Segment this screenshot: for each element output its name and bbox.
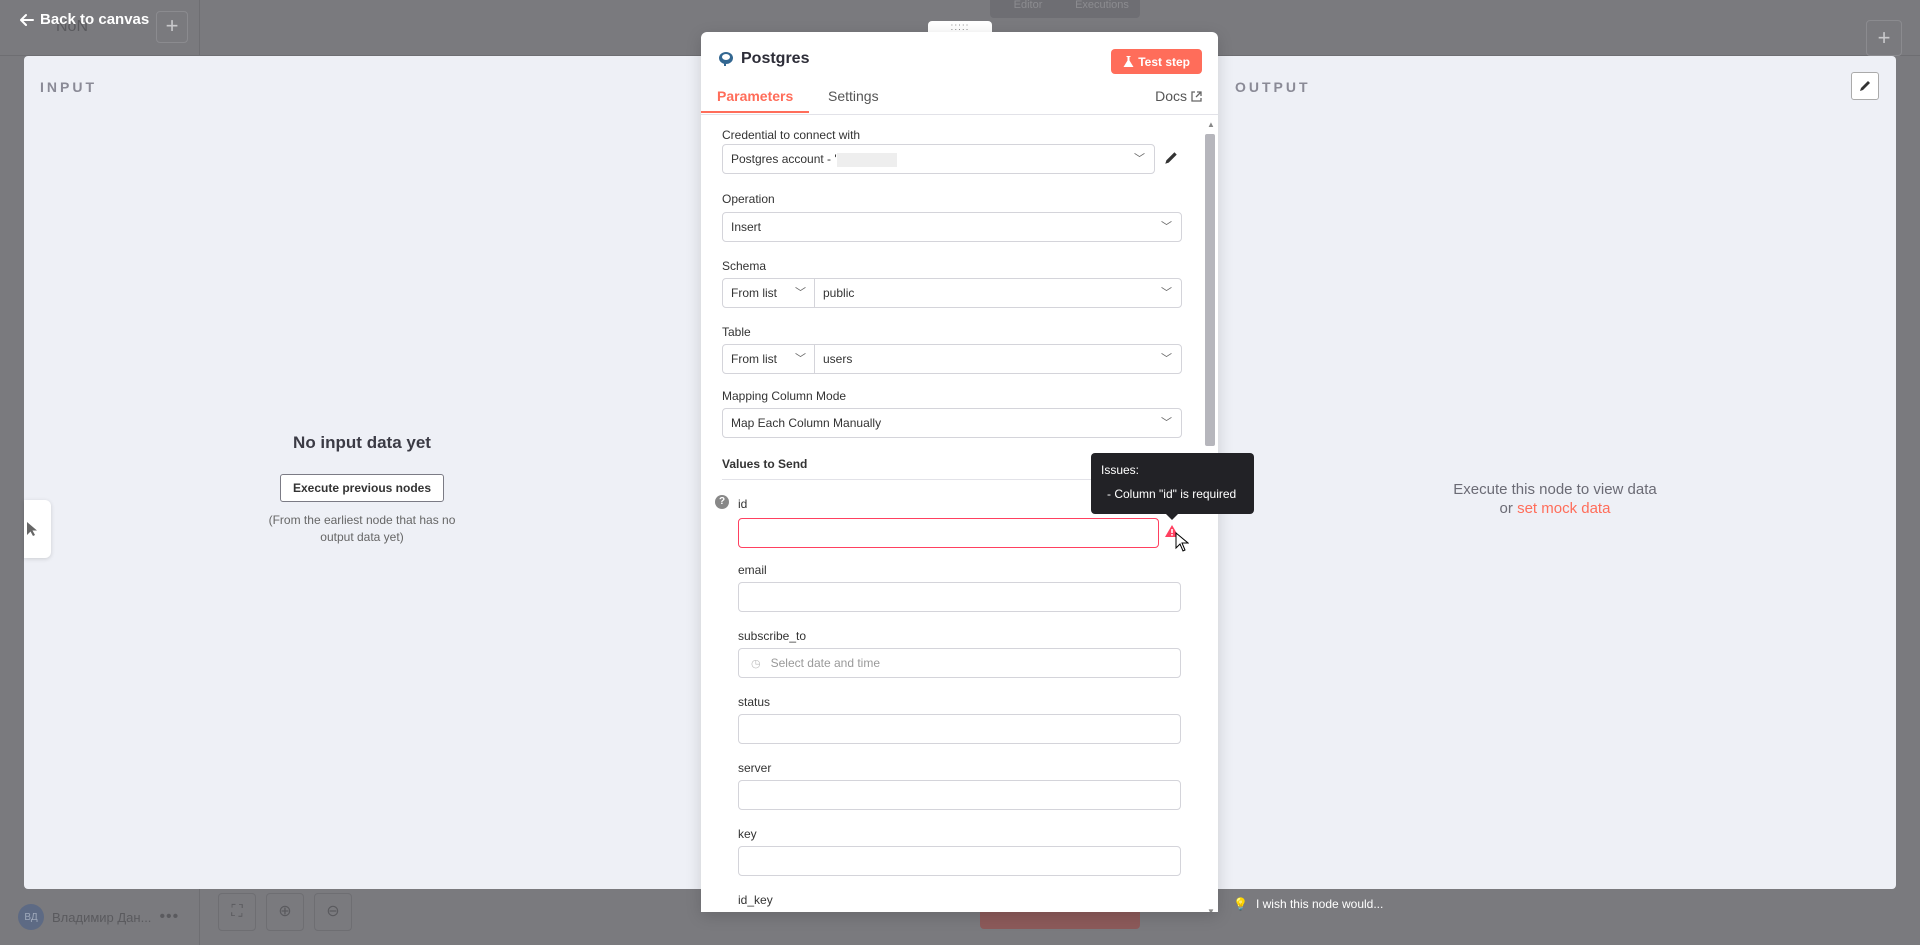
cursor-arrow-icon — [27, 522, 37, 536]
edit-output-button[interactable] — [1851, 72, 1879, 100]
editor-executions-toggle: Editor Executions — [990, 0, 1140, 18]
column-label-id: id — [738, 497, 748, 511]
node-title: Postgres — [741, 50, 810, 67]
avatar: ВД — [18, 904, 44, 930]
node-tabs: Parameters Settings Docs — [701, 85, 1218, 115]
add-workflow-icon: + — [156, 11, 188, 43]
pencil-icon — [1165, 152, 1177, 164]
chevron-down-icon: ﹀ — [795, 287, 806, 299]
tab-settings[interactable]: Settings — [828, 85, 879, 112]
column-label-server: server — [738, 761, 772, 775]
docs-link[interactable]: Docs — [1155, 88, 1202, 104]
scrollbar-thumb[interactable] — [1205, 134, 1215, 446]
more-icon: ••• — [159, 908, 180, 925]
chevron-down-icon: ﹀ — [1161, 221, 1172, 233]
scroll-down-icon[interactable]: ▼ — [1207, 907, 1215, 912]
chevron-down-icon: ﹀ — [795, 353, 806, 365]
input-empty-hint: (From the earliest node that has no outp… — [268, 513, 456, 544]
issues-tooltip: Issues: - Column "id" is required — [1091, 453, 1254, 520]
credential-value: Postgres account - ' — [731, 152, 837, 166]
edit-credential-button[interactable] — [1163, 150, 1179, 171]
editor-tab: Editor — [1013, 0, 1043, 11]
credential-select[interactable]: Postgres account - ' ﹀ — [722, 144, 1155, 174]
operation-select[interactable]: Insert ﹀ — [722, 212, 1182, 242]
lightbulb-icon: 💡 — [1233, 897, 1248, 911]
feedback-wish[interactable]: 💡 I wish this node would... — [1233, 897, 1383, 911]
mouse-cursor-icon — [1175, 531, 1190, 557]
chevron-down-icon: ﹀ — [1134, 153, 1145, 165]
add-node-icon: + — [1866, 20, 1902, 56]
input-panel-drag-handle[interactable] — [24, 500, 51, 558]
values-to-send-title: Values to Send — [722, 457, 808, 471]
schema-mode-select[interactable]: From list ﹀ — [722, 278, 816, 308]
flask-icon — [1123, 55, 1134, 67]
column-label-key: key — [738, 827, 757, 841]
test-step-button[interactable]: Test step — [1111, 49, 1202, 74]
column-input-id[interactable] — [738, 518, 1159, 548]
column-input-status[interactable] — [738, 714, 1181, 744]
table-select[interactable]: users ﹀ — [814, 344, 1182, 374]
operation-label: Operation — [722, 192, 775, 206]
operation-value: Insert — [731, 220, 762, 234]
set-mock-data-link[interactable]: set mock data — [1517, 500, 1610, 517]
column-label-email: email — [738, 563, 767, 577]
output-empty-state: Execute this node to view data or set mo… — [1420, 480, 1690, 518]
chevron-down-icon: ﹀ — [1161, 353, 1172, 365]
tooltip-message: - Column "id" is required — [1107, 487, 1237, 501]
output-panel-label: OUTPUT — [1235, 79, 1311, 95]
zoom-toolbar: ⛶ ⊕ ⊖ — [218, 893, 352, 931]
docs-label: Docs — [1155, 88, 1187, 104]
chevron-down-icon: ﹀ — [1161, 287, 1172, 299]
node-header: Postgres — [717, 50, 809, 68]
schema-mode-value: From list — [731, 286, 777, 300]
input-empty-title: No input data yet — [293, 433, 431, 452]
user-menu: ВД Владимир Дан... ••• — [18, 904, 179, 930]
clock-icon: ◷ — [751, 657, 761, 670]
date-picker-placeholder: Select date and time — [770, 656, 881, 670]
scroll-up-icon[interactable]: ▲ — [1207, 120, 1215, 129]
table-label: Table — [722, 325, 751, 339]
input-empty-state: No input data yet Execute previous nodes… — [252, 433, 472, 546]
column-label-subscribe-to: subscribe_to — [738, 629, 807, 643]
tab-parameters[interactable]: Parameters — [701, 85, 810, 113]
column-label-status: status — [738, 695, 771, 709]
test-step-label: Test step — [1138, 54, 1190, 69]
schema-label: Schema — [722, 259, 767, 273]
table-mode-value: From list — [731, 352, 777, 366]
table-value: users — [823, 352, 853, 366]
tooltip-title: Issues: — [1101, 463, 1140, 477]
output-empty-text: Execute this node to view data — [1453, 481, 1657, 498]
column-input-server[interactable] — [738, 780, 1181, 810]
zoom-in-icon: ⊕ — [266, 893, 304, 931]
column-input-email[interactable] — [738, 582, 1181, 612]
redacted-credential-name — [836, 152, 897, 167]
wish-text: I wish this node would... — [1255, 897, 1384, 911]
back-to-canvas-link[interactable]: Back to canvas — [20, 11, 149, 28]
help-icon[interactable]: ? — [715, 495, 729, 509]
schema-select[interactable]: public ﹀ — [814, 278, 1182, 308]
zoom-out-icon: ⊖ — [314, 893, 352, 931]
back-to-canvas-label: Back to canvas — [40, 11, 150, 28]
pencil-icon — [1860, 81, 1870, 91]
column-input-key[interactable] — [738, 846, 1181, 876]
table-mode-select[interactable]: From list ﹀ — [722, 344, 816, 374]
column-input-subscribe-to[interactable]: ◷ Select date and time — [738, 648, 1181, 678]
user-name: Владимир Дан... — [52, 909, 152, 925]
output-or-text: or — [1499, 500, 1513, 517]
executions-tab: Executions — [1075, 0, 1129, 11]
mapping-value: Map Each Column Manually — [731, 416, 882, 430]
external-link-icon — [1191, 90, 1202, 102]
chevron-down-icon: ﹀ — [1161, 417, 1172, 429]
postgres-icon — [719, 52, 733, 66]
fit-view-icon: ⛶ — [218, 893, 256, 931]
column-label-id-key: id_key — [738, 893, 773, 907]
arrow-left-icon — [20, 13, 34, 26]
schema-value: public — [823, 286, 855, 300]
input-panel-label: INPUT — [40, 79, 97, 95]
mapping-label: Mapping Column Mode — [722, 389, 847, 403]
credential-label: Credential to connect with — [722, 128, 861, 142]
execute-previous-nodes-button[interactable]: Execute previous nodes — [279, 474, 445, 502]
mapping-select[interactable]: Map Each Column Manually ﹀ — [722, 408, 1182, 438]
